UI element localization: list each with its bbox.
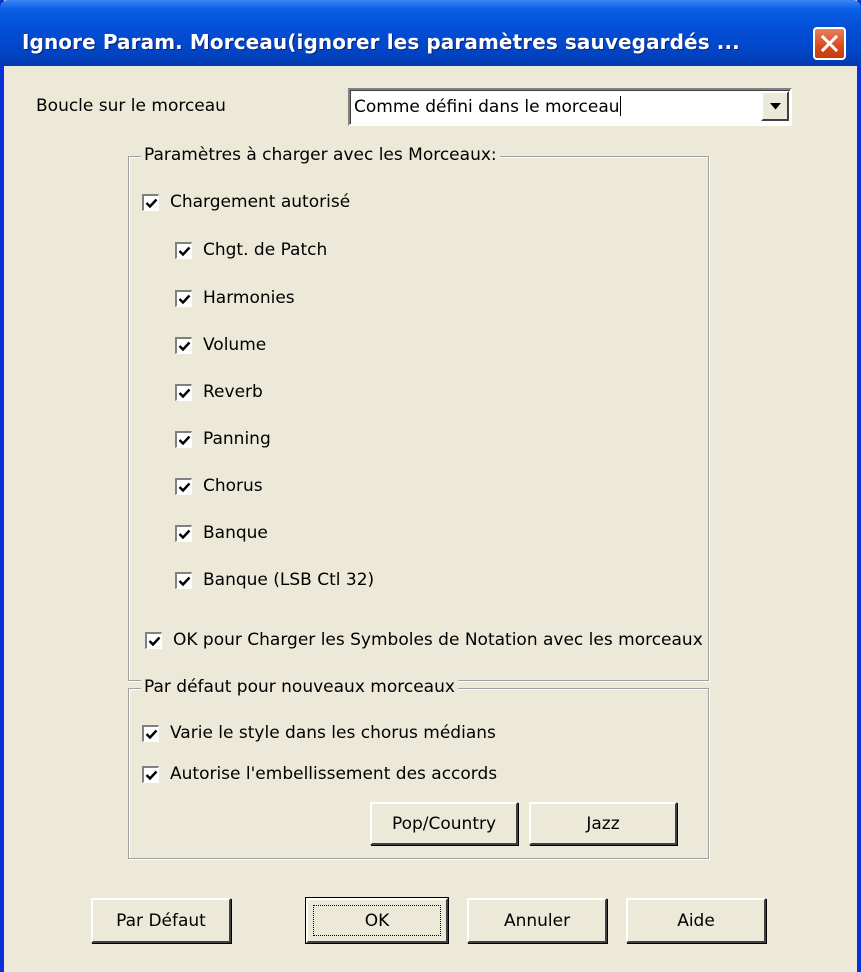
- title-bar[interactable]: Ignore Param. Morceau(ignorer les paramè…: [0, 0, 861, 66]
- pop-country-button[interactable]: Pop/Country: [370, 802, 518, 845]
- volume-checkbox[interactable]: Volume: [175, 335, 266, 355]
- cancel-button[interactable]: Annuler: [467, 898, 607, 943]
- chorus-checkbox[interactable]: Chorus: [175, 476, 263, 496]
- jazz-button[interactable]: Jazz: [529, 802, 677, 845]
- close-icon: [820, 34, 839, 53]
- notation-checkbox[interactable]: OK pour Charger les Symboles de Notation…: [145, 630, 703, 650]
- chevron-down-icon: [770, 103, 781, 110]
- checkmark-icon: [178, 576, 191, 586]
- checkmark-icon: [178, 529, 191, 539]
- checkmark-icon: [148, 636, 161, 646]
- checkmark-icon: [178, 341, 191, 351]
- harmonies-checkbox[interactable]: Harmonies: [175, 288, 295, 308]
- patch-checkbox[interactable]: Chgt. de Patch: [175, 240, 327, 260]
- load-allowed-label: Chargement autorisé: [170, 192, 351, 212]
- chorus-label: Chorus: [203, 476, 263, 496]
- panning-checkbox[interactable]: Panning: [175, 429, 271, 449]
- loop-select-value: Comme défini dans le morceau: [354, 97, 620, 117]
- loop-label: Boucle sur le morceau: [36, 96, 226, 116]
- vary-style-checkbox[interactable]: Varie le style dans les chorus médians: [142, 723, 496, 743]
- defaults-group: Par défaut pour nouveaux morceaux Varie …: [128, 677, 709, 859]
- help-button[interactable]: Aide: [626, 898, 766, 943]
- bank-checkbox[interactable]: Banque: [175, 523, 268, 543]
- bank-lsb-label: Banque (LSB Ctl 32): [203, 570, 375, 590]
- defaults-title: Par défaut pour nouveaux morceaux: [141, 677, 458, 697]
- checkmark-icon: [178, 246, 191, 256]
- embellish-checkbox[interactable]: Autorise l'embellissement des accords: [142, 764, 497, 784]
- checkmark-icon: [178, 482, 191, 492]
- ok-button[interactable]: OK: [305, 897, 449, 944]
- loop-select[interactable]: Comme défini dans le morceau: [348, 88, 792, 126]
- checkmark-icon: [178, 435, 191, 445]
- default-button[interactable]: Par Défaut: [91, 898, 231, 943]
- bank-label: Banque: [203, 523, 268, 543]
- checkmark-icon: [178, 294, 191, 304]
- dialog-content: Boucle sur le morceau Comme défini dans …: [0, 66, 861, 972]
- checkmark-icon: [178, 388, 191, 398]
- checkmark-icon: [145, 770, 158, 780]
- checkbox-box: [142, 193, 159, 211]
- notation-label: OK pour Charger les Symboles de Notation…: [173, 630, 703, 650]
- panning-label: Panning: [203, 429, 271, 449]
- harmonies-label: Harmonies: [203, 288, 295, 308]
- load-params-title: Paramètres à charger avec les Morceaux:: [141, 145, 500, 165]
- bank-lsb-checkbox[interactable]: Banque (LSB Ctl 32): [175, 570, 374, 590]
- dialog-window: Ignore Param. Morceau(ignorer les paramè…: [0, 0, 861, 972]
- reverb-label: Reverb: [203, 382, 263, 402]
- volume-label: Volume: [203, 335, 267, 355]
- dropdown-button[interactable]: [761, 91, 789, 121]
- patch-label: Chgt. de Patch: [203, 240, 328, 260]
- load-allowed-checkbox[interactable]: Chargement autorisé: [142, 192, 350, 212]
- window-title: Ignore Param. Morceau(ignorer les paramè…: [22, 30, 740, 54]
- focus-rect: [313, 905, 441, 936]
- text-caret: [619, 96, 621, 116]
- checkmark-icon: [145, 729, 158, 739]
- load-params-group: Paramètres à charger avec les Morceaux: …: [128, 145, 709, 681]
- checkmark-icon: [145, 198, 158, 208]
- embellish-label: Autorise l'embellissement des accords: [170, 764, 498, 784]
- close-button[interactable]: [813, 27, 846, 60]
- reverb-checkbox[interactable]: Reverb: [175, 382, 263, 402]
- vary-style-label: Varie le style dans les chorus médians: [170, 723, 496, 743]
